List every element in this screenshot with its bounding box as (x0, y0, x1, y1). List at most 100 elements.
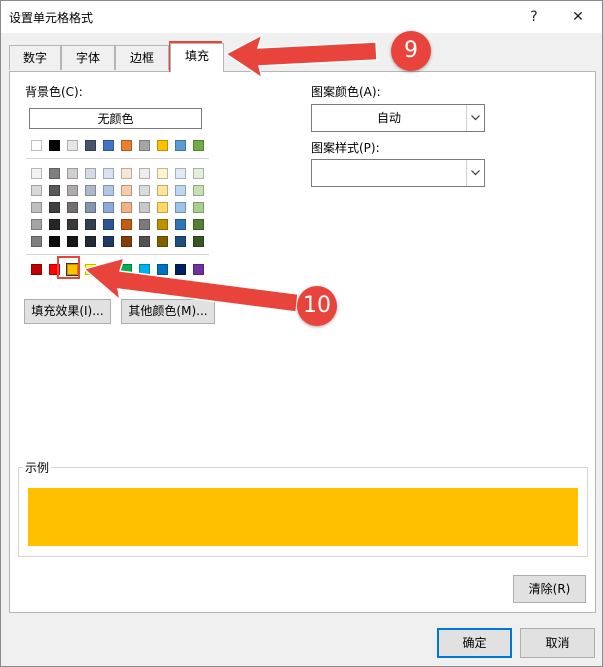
color-swatch[interactable] (67, 185, 78, 196)
color-swatch[interactable] (157, 219, 168, 230)
ok-button[interactable]: 确定 (437, 628, 512, 658)
tab-font[interactable]: 字体 (61, 45, 115, 70)
color-swatch[interactable] (49, 264, 60, 275)
format-cells-dialog: 设置单元格格式 ? ✕ 数字 字体 边框 填充 背景色(C): 无颜色 填充效果… (0, 0, 603, 667)
color-swatch[interactable] (157, 202, 168, 213)
dialog-title: 设置单元格格式 (9, 11, 94, 25)
color-swatch[interactable] (157, 264, 168, 275)
color-swatch[interactable] (121, 202, 132, 213)
color-swatch[interactable] (49, 168, 60, 179)
color-swatch[interactable] (139, 140, 150, 151)
color-swatch[interactable] (31, 140, 42, 151)
tab-fill[interactable]: 填充 (170, 43, 224, 72)
close-button[interactable]: ✕ (556, 3, 600, 31)
pattern-color-dropdown[interactable]: 自动 (311, 104, 485, 132)
more-colors-button[interactable]: 其他颜色(M)... (121, 299, 215, 324)
color-swatch[interactable] (103, 264, 114, 275)
color-swatch[interactable] (49, 219, 60, 230)
color-swatch[interactable] (121, 219, 132, 230)
color-swatch[interactable] (121, 140, 132, 151)
color-swatch[interactable] (139, 219, 150, 230)
color-swatch[interactable] (157, 236, 168, 247)
color-swatch[interactable] (175, 264, 186, 275)
color-swatch[interactable] (31, 264, 42, 275)
color-swatch[interactable] (103, 140, 114, 151)
help-button[interactable]: ? (512, 3, 556, 31)
color-swatch[interactable] (67, 140, 78, 151)
chevron-down-icon (466, 105, 484, 131)
tab-border[interactable]: 边框 (115, 45, 169, 70)
color-swatch[interactable] (139, 202, 150, 213)
color-swatch[interactable] (175, 202, 186, 213)
sample-label: 示例 (23, 459, 52, 476)
color-swatch[interactable] (31, 185, 42, 196)
color-swatch[interactable] (103, 236, 114, 247)
color-swatch[interactable] (103, 219, 114, 230)
color-swatch[interactable] (193, 140, 204, 151)
color-swatch[interactable] (49, 185, 60, 196)
color-swatch[interactable] (121, 236, 132, 247)
color-swatch[interactable] (121, 264, 132, 275)
color-swatch[interactable] (175, 219, 186, 230)
color-swatch[interactable] (67, 219, 78, 230)
color-swatch[interactable] (49, 140, 60, 151)
color-swatch[interactable] (193, 168, 204, 179)
title-bar: 设置单元格格式 ? ✕ (1, 1, 602, 33)
color-swatch[interactable] (85, 236, 96, 247)
pattern-style-label: 图案样式(P): (311, 141, 380, 155)
color-swatch[interactable] (66, 263, 79, 276)
color-swatch[interactable] (49, 202, 60, 213)
color-swatch[interactable] (85, 202, 96, 213)
color-swatch[interactable] (157, 140, 168, 151)
sample-preview (28, 488, 578, 546)
color-swatch[interactable] (103, 202, 114, 213)
color-swatch[interactable] (67, 236, 78, 247)
color-swatch[interactable] (31, 168, 42, 179)
color-swatch[interactable] (85, 168, 96, 179)
tab-number[interactable]: 数字 (9, 45, 61, 70)
step-callout-a: 9 (391, 31, 431, 71)
color-swatch[interactable] (175, 185, 186, 196)
background-color-label: 背景色(C): (25, 85, 83, 99)
pattern-color-label: 图案颜色(A): (311, 85, 381, 99)
color-swatch[interactable] (139, 168, 150, 179)
color-swatch[interactable] (193, 236, 204, 247)
color-swatch[interactable] (139, 185, 150, 196)
color-swatch[interactable] (31, 219, 42, 230)
color-swatch[interactable] (67, 168, 78, 179)
pattern-color-value: 自动 (376, 111, 401, 125)
color-swatch[interactable] (49, 236, 60, 247)
color-swatch[interactable] (121, 168, 132, 179)
color-swatch[interactable] (139, 236, 150, 247)
color-swatch[interactable] (175, 140, 186, 151)
color-swatch[interactable] (157, 168, 168, 179)
color-swatch[interactable] (85, 219, 96, 230)
color-swatch[interactable] (175, 236, 186, 247)
pattern-style-value (312, 160, 466, 186)
color-swatch[interactable] (85, 264, 96, 275)
color-swatch[interactable] (139, 264, 150, 275)
fill-effects-button[interactable]: 填充效果(I)... (24, 299, 111, 324)
color-swatch[interactable] (103, 168, 114, 179)
color-swatch[interactable] (67, 202, 78, 213)
cancel-button[interactable]: 取消 (520, 628, 595, 658)
color-swatch[interactable] (85, 140, 96, 151)
clear-button[interactable]: 清除(R) (513, 575, 586, 603)
palette-divider (26, 158, 209, 159)
color-swatch[interactable] (193, 185, 204, 196)
color-swatch[interactable] (157, 185, 168, 196)
color-swatch[interactable] (193, 219, 204, 230)
color-swatch[interactable] (85, 185, 96, 196)
sample-group: 示例 (18, 459, 588, 557)
color-swatch[interactable] (175, 168, 186, 179)
chevron-down-icon (466, 160, 484, 186)
color-swatch[interactable] (103, 185, 114, 196)
color-swatch[interactable] (31, 236, 42, 247)
pattern-style-dropdown[interactable] (311, 159, 485, 187)
color-swatch[interactable] (193, 202, 204, 213)
color-swatch[interactable] (121, 185, 132, 196)
color-swatch[interactable] (31, 202, 42, 213)
color-swatch[interactable] (193, 264, 204, 275)
no-color-button[interactable]: 无颜色 (29, 108, 202, 129)
fill-panel: 背景色(C): 无颜色 填充效果(I)... 其他颜色(M)... 图案颜色(A… (9, 71, 596, 613)
